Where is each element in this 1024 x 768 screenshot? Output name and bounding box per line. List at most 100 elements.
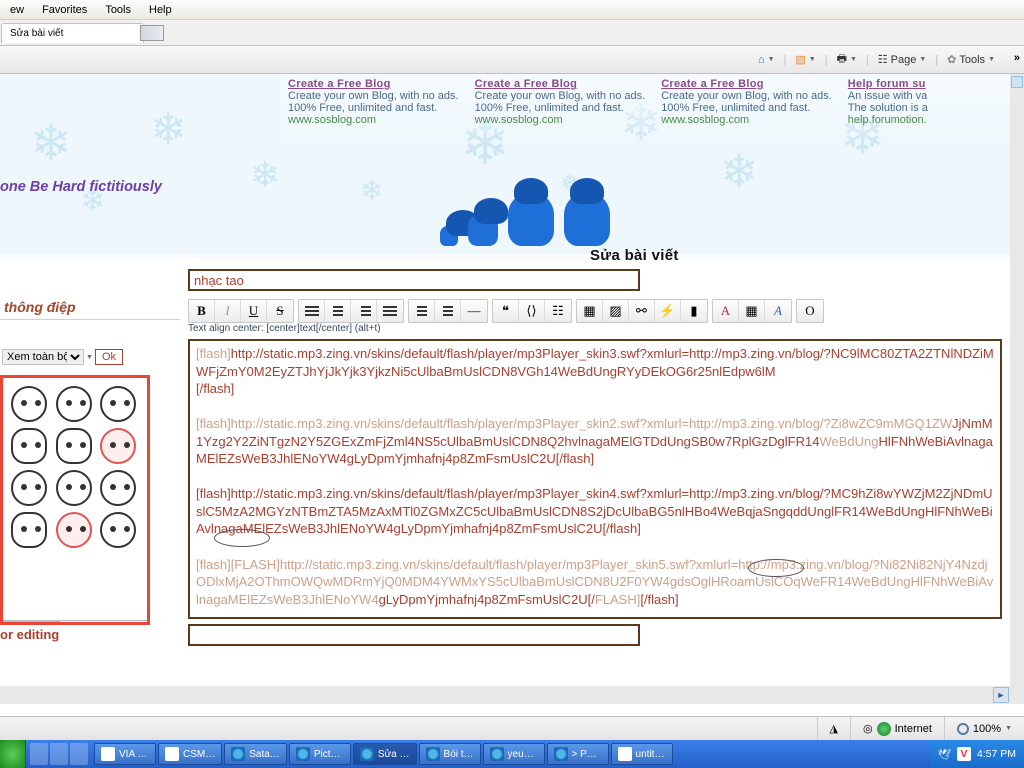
ok-button[interactable]: Ok	[95, 349, 123, 365]
scrollbar-thumb[interactable]	[20, 621, 60, 625]
chevron-button[interactable]: »	[1014, 52, 1020, 64]
zoom-control[interactable]: 100% ▼	[944, 717, 1024, 740]
align-justify-button[interactable]	[377, 300, 403, 322]
smiley-icon[interactable]	[11, 470, 47, 506]
ad-headline[interactable]: Create a Free Blog	[288, 78, 459, 90]
smiley-category-select[interactable]: Xem toàn bộ	[2, 349, 84, 365]
quick-launch-icon[interactable]	[50, 743, 68, 765]
task-label: Pict…	[314, 749, 341, 760]
home-button[interactable]: ⌂▼	[753, 52, 780, 68]
align-right-button[interactable]	[351, 300, 377, 322]
font-color-button[interactable]: A	[713, 300, 739, 322]
chevron-down-icon: ▼	[1005, 725, 1012, 732]
strike-button[interactable]: S	[267, 300, 293, 322]
ordered-list-button[interactable]	[435, 300, 461, 322]
taskbar-task[interactable]: Pict…	[289, 743, 351, 765]
taskbar-task[interactable]: untit…	[611, 743, 673, 765]
underline-button[interactable]: U	[241, 300, 267, 322]
smiley-icon[interactable]	[100, 470, 136, 506]
taskbar-task[interactable]: Sửa …	[353, 743, 417, 765]
smiley-icon[interactable]	[56, 386, 92, 422]
smiley-scrollbar[interactable]: ◄ ►	[3, 620, 150, 625]
ad-headline[interactable]: Create a Free Blog	[475, 78, 646, 90]
taskbar-task[interactable]: Sata…	[224, 743, 287, 765]
font-family-button[interactable]: A	[765, 300, 791, 322]
annotation-circle	[748, 559, 804, 577]
system-tray: 🕊 V 4:57 PM	[930, 740, 1024, 768]
image-host-button[interactable]: ▦	[577, 300, 603, 322]
font-size-button[interactable]: ▦	[739, 300, 765, 322]
ad-link[interactable]: help.forumotion.	[848, 114, 928, 126]
smiley-icon[interactable]	[100, 386, 136, 422]
tools-menu[interactable]: ✿Tools▼	[942, 51, 1000, 68]
align-left-button[interactable]	[299, 300, 325, 322]
taskbar-task[interactable]: VIA …	[94, 743, 156, 765]
other-button[interactable]: O	[797, 300, 823, 322]
menu-tools[interactable]: Tools	[105, 4, 131, 16]
ad-block: Create a Free Blog Create your own Blog,…	[467, 74, 654, 126]
ad-link[interactable]: www.sosblog.com	[288, 114, 459, 126]
smiley-icon[interactable]	[100, 428, 136, 464]
smiley-icon[interactable]	[11, 512, 47, 548]
menu-favorites[interactable]: Favorites	[42, 4, 87, 16]
scrollbar-thumb[interactable]	[1011, 76, 1023, 88]
character-icon	[468, 214, 498, 246]
post-title-input[interactable]	[188, 269, 640, 291]
app-icon	[101, 747, 115, 761]
ad-text: 100% Free, unlimited and fast.	[475, 102, 646, 114]
new-tab-button[interactable]	[140, 25, 164, 41]
horizontal-scrollbar[interactable]: ►	[0, 686, 1010, 704]
unordered-list-button[interactable]	[409, 300, 435, 322]
quick-launch-icon[interactable]	[70, 743, 88, 765]
ie-icon	[360, 747, 374, 761]
scroll-left-icon[interactable]: ◄	[4, 621, 20, 625]
smiley-icon[interactable]	[56, 470, 92, 506]
code-button[interactable]: ⟨⟩	[519, 300, 545, 322]
menu-help[interactable]: Help	[149, 4, 172, 16]
menu-view[interactable]: ew	[10, 4, 24, 16]
print-button[interactable]: 🖶▼	[832, 48, 862, 71]
taskbar-task[interactable]: > P…	[547, 743, 609, 765]
task-label: Sata…	[249, 749, 280, 760]
editor-toolbar: B I U S — ❝ ⟨⟩ ☷ ▦	[188, 299, 1002, 323]
vertical-scrollbar[interactable]	[1010, 74, 1024, 704]
quick-launch-icon[interactable]	[30, 743, 48, 765]
quote-button[interactable]: ❝	[493, 300, 519, 322]
scroll-right-icon[interactable]: ►	[993, 687, 1009, 703]
ad-row: Create a Free Blog Create your own Blog,…	[280, 74, 1024, 146]
taskbar-task[interactable]: Bói t…	[419, 743, 481, 765]
smiley-icon[interactable]	[100, 512, 136, 548]
task-label: Bói t…	[444, 749, 474, 760]
ad-link[interactable]: www.sosblog.com	[661, 114, 832, 126]
align-center-button[interactable]	[325, 300, 351, 322]
hr-button[interactable]: —	[461, 300, 487, 322]
link-button[interactable]: ⚯	[629, 300, 655, 322]
ad-link[interactable]: www.sosblog.com	[475, 114, 646, 126]
taskbar-task[interactable]: yeu…	[483, 743, 545, 765]
smiley-icon[interactable]	[11, 386, 47, 422]
page-menu[interactable]: ☷Page▼	[873, 51, 932, 68]
ad-headline[interactable]: Create a Free Blog	[661, 78, 832, 90]
browser-tab[interactable]: Sửa bài viết	[1, 23, 144, 43]
video-button[interactable]: ▮	[681, 300, 707, 322]
bold-button[interactable]: B	[189, 300, 215, 322]
start-button[interactable]	[0, 740, 26, 768]
flash-button[interactable]: ⚡	[655, 300, 681, 322]
tray-icon[interactable]: V	[957, 747, 971, 761]
image-button[interactable]: ▨	[603, 300, 629, 322]
smiley-icon[interactable]	[11, 428, 47, 464]
feeds-button[interactable]: ▧▼	[790, 51, 820, 68]
banner-text: one Be Hard fictitiously	[0, 179, 162, 195]
ad-text: Create your own Blog, with no ads.	[661, 90, 832, 102]
tray-icon[interactable]: 🕊	[938, 748, 951, 761]
lower-input[interactable]	[188, 624, 640, 646]
italic-button[interactable]: I	[215, 300, 241, 322]
header-characters	[440, 194, 610, 246]
smiley-icon[interactable]	[56, 428, 92, 464]
annotation-circle	[214, 529, 270, 547]
taskbar-task[interactable]: CSM…	[158, 743, 222, 765]
post-body-textarea[interactable]: [flash]http://static.mp3.zing.vn/skins/d…	[188, 339, 1002, 619]
ad-headline[interactable]: Help forum su	[848, 78, 928, 90]
smiley-icon[interactable]	[56, 512, 92, 548]
table-button[interactable]: ☷	[545, 300, 571, 322]
